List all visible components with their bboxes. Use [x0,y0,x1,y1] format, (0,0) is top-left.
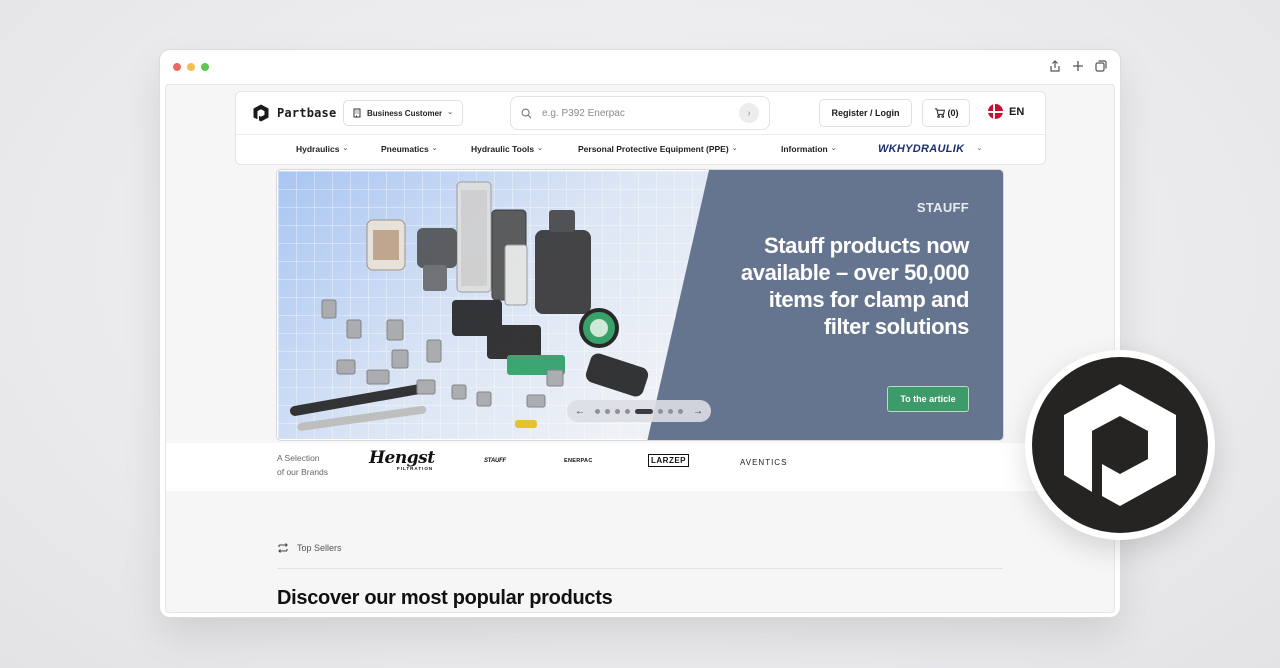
hero-title: Stauff products now available – over 50,… [740,233,969,339]
hengst-logo-subtext: FILTRATION [397,466,434,471]
search-icon [521,108,532,118]
hero-brand-label: STAUFF [916,200,969,215]
wk-hydraulik-logo: WKHYDRAULIK [878,143,965,155]
carousel-dot[interactable] [668,408,673,414]
top-sellers-section: Top Sellers Discover our most popular pr… [166,491,1114,612]
chevron-down-icon: ⌄ [447,109,454,116]
partbase-badge-icon [1032,357,1208,533]
tabs-icon[interactable] [1094,59,1108,73]
partbase-hexagon-logo-icon [1064,384,1176,506]
chevron-down-icon: ⌄ [731,145,738,152]
browser-window: Partbase Business Customer ⌄ › Register … [160,50,1120,617]
nav-item-label: Hydraulic Tools [471,144,535,154]
share-icon[interactable] [1048,59,1062,73]
nav-item-label: Information [781,144,828,154]
carousel-next-arrow-icon[interactable]: → [693,406,703,417]
chevron-down-icon: ⌄ [431,145,438,152]
carousel-dot[interactable] [658,408,663,414]
search-bar[interactable]: › [510,96,770,130]
larzep-logo[interactable]: LARZEP [648,454,689,467]
new-tab-icon[interactable] [1071,59,1085,73]
nav-item-label: Pneumatics [381,144,429,154]
section-heading: Discover our most popular products [277,587,613,609]
enerpac-logo[interactable]: ENERPAC [564,458,593,464]
main-nav: Hydraulics ⌄ Pneumatics ⌄ Hydraulic Tools ⌄… [236,135,1045,165]
wk-hydraulik-brand-menu[interactable]: WKHYDRAULIK ⌄ [878,143,982,155]
nav-item-information[interactable]: Information ⌄ [781,144,837,154]
top-sellers-label-row: Top Sellers [277,543,342,553]
partbase-logo-icon [253,104,269,122]
partbase-logo[interactable]: Partbase [251,102,336,124]
carousel-dot[interactable] [595,408,600,414]
search-input[interactable] [542,107,729,119]
logo-text: Partbase [277,106,337,120]
carousel-dot[interactable] [605,408,610,414]
hengst-logo[interactable]: Hengst FILTRATION [369,449,435,471]
aventics-logo[interactable]: AVENTICS [740,458,787,467]
maximize-window-button[interactable] [201,63,209,71]
stauff-logo[interactable]: STAUFF [484,458,506,464]
carousel-dot[interactable] [635,408,653,414]
section-divider [277,568,1003,569]
to-the-article-button[interactable]: To the article [887,386,969,412]
nav-item-hydraulics[interactable]: Hydraulics ⌄ [296,144,348,154]
carousel-dots [595,408,683,414]
customer-type-label: Business Customer [367,108,443,118]
chevron-down-icon: ⌄ [537,145,544,152]
search-submit-button[interactable]: › [739,103,759,123]
building-icon [353,108,361,118]
nav-item-pneumatics[interactable]: Pneumatics ⌄ [381,144,438,154]
language-selector[interactable]: EN [988,104,1024,119]
page-viewport: Partbase Business Customer ⌄ › Register … [165,84,1115,613]
carousel-dot[interactable] [615,408,620,414]
cart-button[interactable]: (0) [922,99,970,127]
brands-label-line1: A Selection [277,453,320,463]
brands-strip: A Selection of our Brands Hengst FILTRAT… [166,443,1114,491]
nav-item-ppe[interactable]: Personal Protective Equipment (PPE) ⌄ [578,144,738,154]
carousel-dot[interactable] [625,408,630,414]
language-label: EN [1009,105,1025,118]
partbase-app-badge [1025,350,1215,540]
brands-label: A Selection of our Brands [277,451,328,479]
site-header: Partbase Business Customer ⌄ › Register … [235,91,1046,165]
carousel-prev-arrow-icon[interactable]: ← [575,406,585,417]
cart-count: (0) [947,108,959,118]
nav-item-label: Personal Protective Equipment (PPE) [578,144,729,154]
nav-item-hydraulic-tools[interactable]: Hydraulic Tools ⌄ [471,144,543,154]
brands-label-line2: of our Brands [277,467,329,477]
nav-item-label: Hydraulics [296,144,340,154]
danish-flag-icon [988,104,1003,119]
minimize-window-button[interactable] [187,63,195,71]
carousel-dot[interactable] [678,408,683,414]
register-login-button[interactable]: Register / Login [819,99,912,127]
carousel-controls: ← → [567,400,711,422]
chevron-down-icon: ⌄ [342,145,349,152]
browser-titlebar [160,50,1120,84]
repeat-icon [278,543,288,553]
hero-banner: STAUFF Stauff products now available – o… [276,169,1004,441]
cart-icon [934,108,945,118]
chevron-down-icon: ⌄ [976,145,983,152]
top-sellers-label: Top Sellers [297,543,342,553]
close-window-button[interactable] [173,63,181,71]
chevron-down-icon: ⌄ [830,145,837,152]
customer-type-select[interactable]: Business Customer ⌄ [343,100,463,126]
hengst-logo-text: Hengst [369,448,435,468]
